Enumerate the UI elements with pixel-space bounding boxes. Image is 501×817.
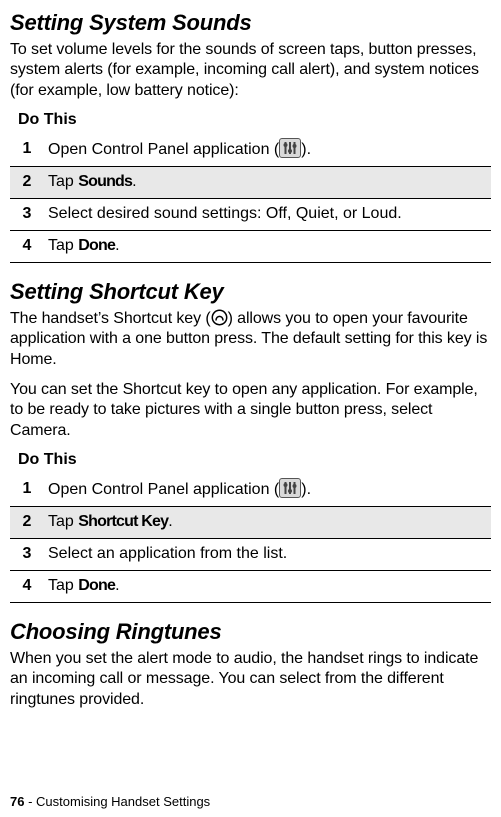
menu-item-shortcut-key: Shortcut Key xyxy=(78,513,168,530)
step-number: 1 xyxy=(10,473,44,506)
step-text: Tap Sounds. xyxy=(44,167,491,199)
step-number: 1 xyxy=(10,133,44,166)
button-label-done: Done xyxy=(78,577,115,594)
step-number: 4 xyxy=(10,570,44,602)
table-row: 3 Select desired sound settings: Off, Qu… xyxy=(10,199,491,231)
page-number: 76 xyxy=(10,794,24,809)
step-text: Open Control Panel application ( ). xyxy=(44,133,491,166)
table-row: 1 Open Control Panel application ( ). xyxy=(10,133,491,166)
steps-table-shortcut: 1 Open Control Panel application ( ). 2 xyxy=(10,473,491,602)
text-fragment: . xyxy=(168,513,172,530)
text-fragment: Open Control Panel application ( xyxy=(48,481,279,498)
table-row: 2 Tap Shortcut Key. xyxy=(10,507,491,539)
shortcut-key-icon xyxy=(211,309,228,326)
table-row: 4 Tap Done. xyxy=(10,230,491,262)
step-text: Tap Shortcut Key. xyxy=(44,507,491,539)
control-panel-icon xyxy=(279,138,301,158)
step-text: Select desired sound settings: Off, Quie… xyxy=(44,199,491,231)
step-number: 3 xyxy=(10,539,44,571)
step-number: 3 xyxy=(10,199,44,231)
button-label-done: Done xyxy=(78,237,115,254)
text-fragment: . xyxy=(132,173,136,190)
table-row: 4 Tap Done. xyxy=(10,570,491,602)
text-fragment: Tap xyxy=(48,237,78,254)
footer-separator: - xyxy=(24,794,36,809)
heading-ringtunes: Choosing Ringtunes xyxy=(10,619,491,645)
intro-system-sounds: To set volume levels for the sounds of s… xyxy=(10,40,491,101)
intro-shortcut-2: You can set the Shortcut key to open any… xyxy=(10,380,491,441)
table-row: 2 Tap Sounds. xyxy=(10,167,491,199)
chapter-title: Customising Handset Settings xyxy=(36,794,210,809)
do-this-label: Do This xyxy=(18,111,491,129)
text-fragment: Open Control Panel application ( xyxy=(48,141,279,158)
do-this-label: Do This xyxy=(18,451,491,469)
menu-item-sounds: Sounds xyxy=(78,173,132,190)
text-fragment: . xyxy=(115,577,119,594)
control-panel-icon xyxy=(279,478,301,498)
step-text: Tap Done. xyxy=(44,230,491,262)
text-fragment: Tap xyxy=(48,513,78,530)
text-fragment: The handset’s Shortcut key ( xyxy=(10,310,211,327)
step-number: 2 xyxy=(10,167,44,199)
text-fragment: Tap xyxy=(48,173,78,190)
steps-table-sounds: 1 Open Control Panel application ( ). 2 xyxy=(10,133,491,262)
text-fragment: Tap xyxy=(48,577,78,594)
step-number: 2 xyxy=(10,507,44,539)
text-fragment: . xyxy=(115,237,119,254)
text-fragment: ). xyxy=(301,481,311,498)
intro-shortcut-1: The handset’s Shortcut key ( ) allows yo… xyxy=(10,309,491,370)
text-fragment: ). xyxy=(301,141,311,158)
step-text: Open Control Panel application ( ). xyxy=(44,473,491,506)
heading-system-sounds: Setting System Sounds xyxy=(10,10,491,36)
step-text: Select an application from the list. xyxy=(44,539,491,571)
table-row: 3 Select an application from the list. xyxy=(10,539,491,571)
table-row: 1 Open Control Panel application ( ). xyxy=(10,473,491,506)
intro-ringtunes: When you set the alert mode to audio, th… xyxy=(10,649,491,710)
step-number: 4 xyxy=(10,230,44,262)
heading-shortcut-key: Setting Shortcut Key xyxy=(10,279,491,305)
step-text: Tap Done. xyxy=(44,570,491,602)
document-page: Setting System Sounds To set volume leve… xyxy=(0,0,501,817)
page-footer: 76 - Customising Handset Settings xyxy=(10,794,210,809)
